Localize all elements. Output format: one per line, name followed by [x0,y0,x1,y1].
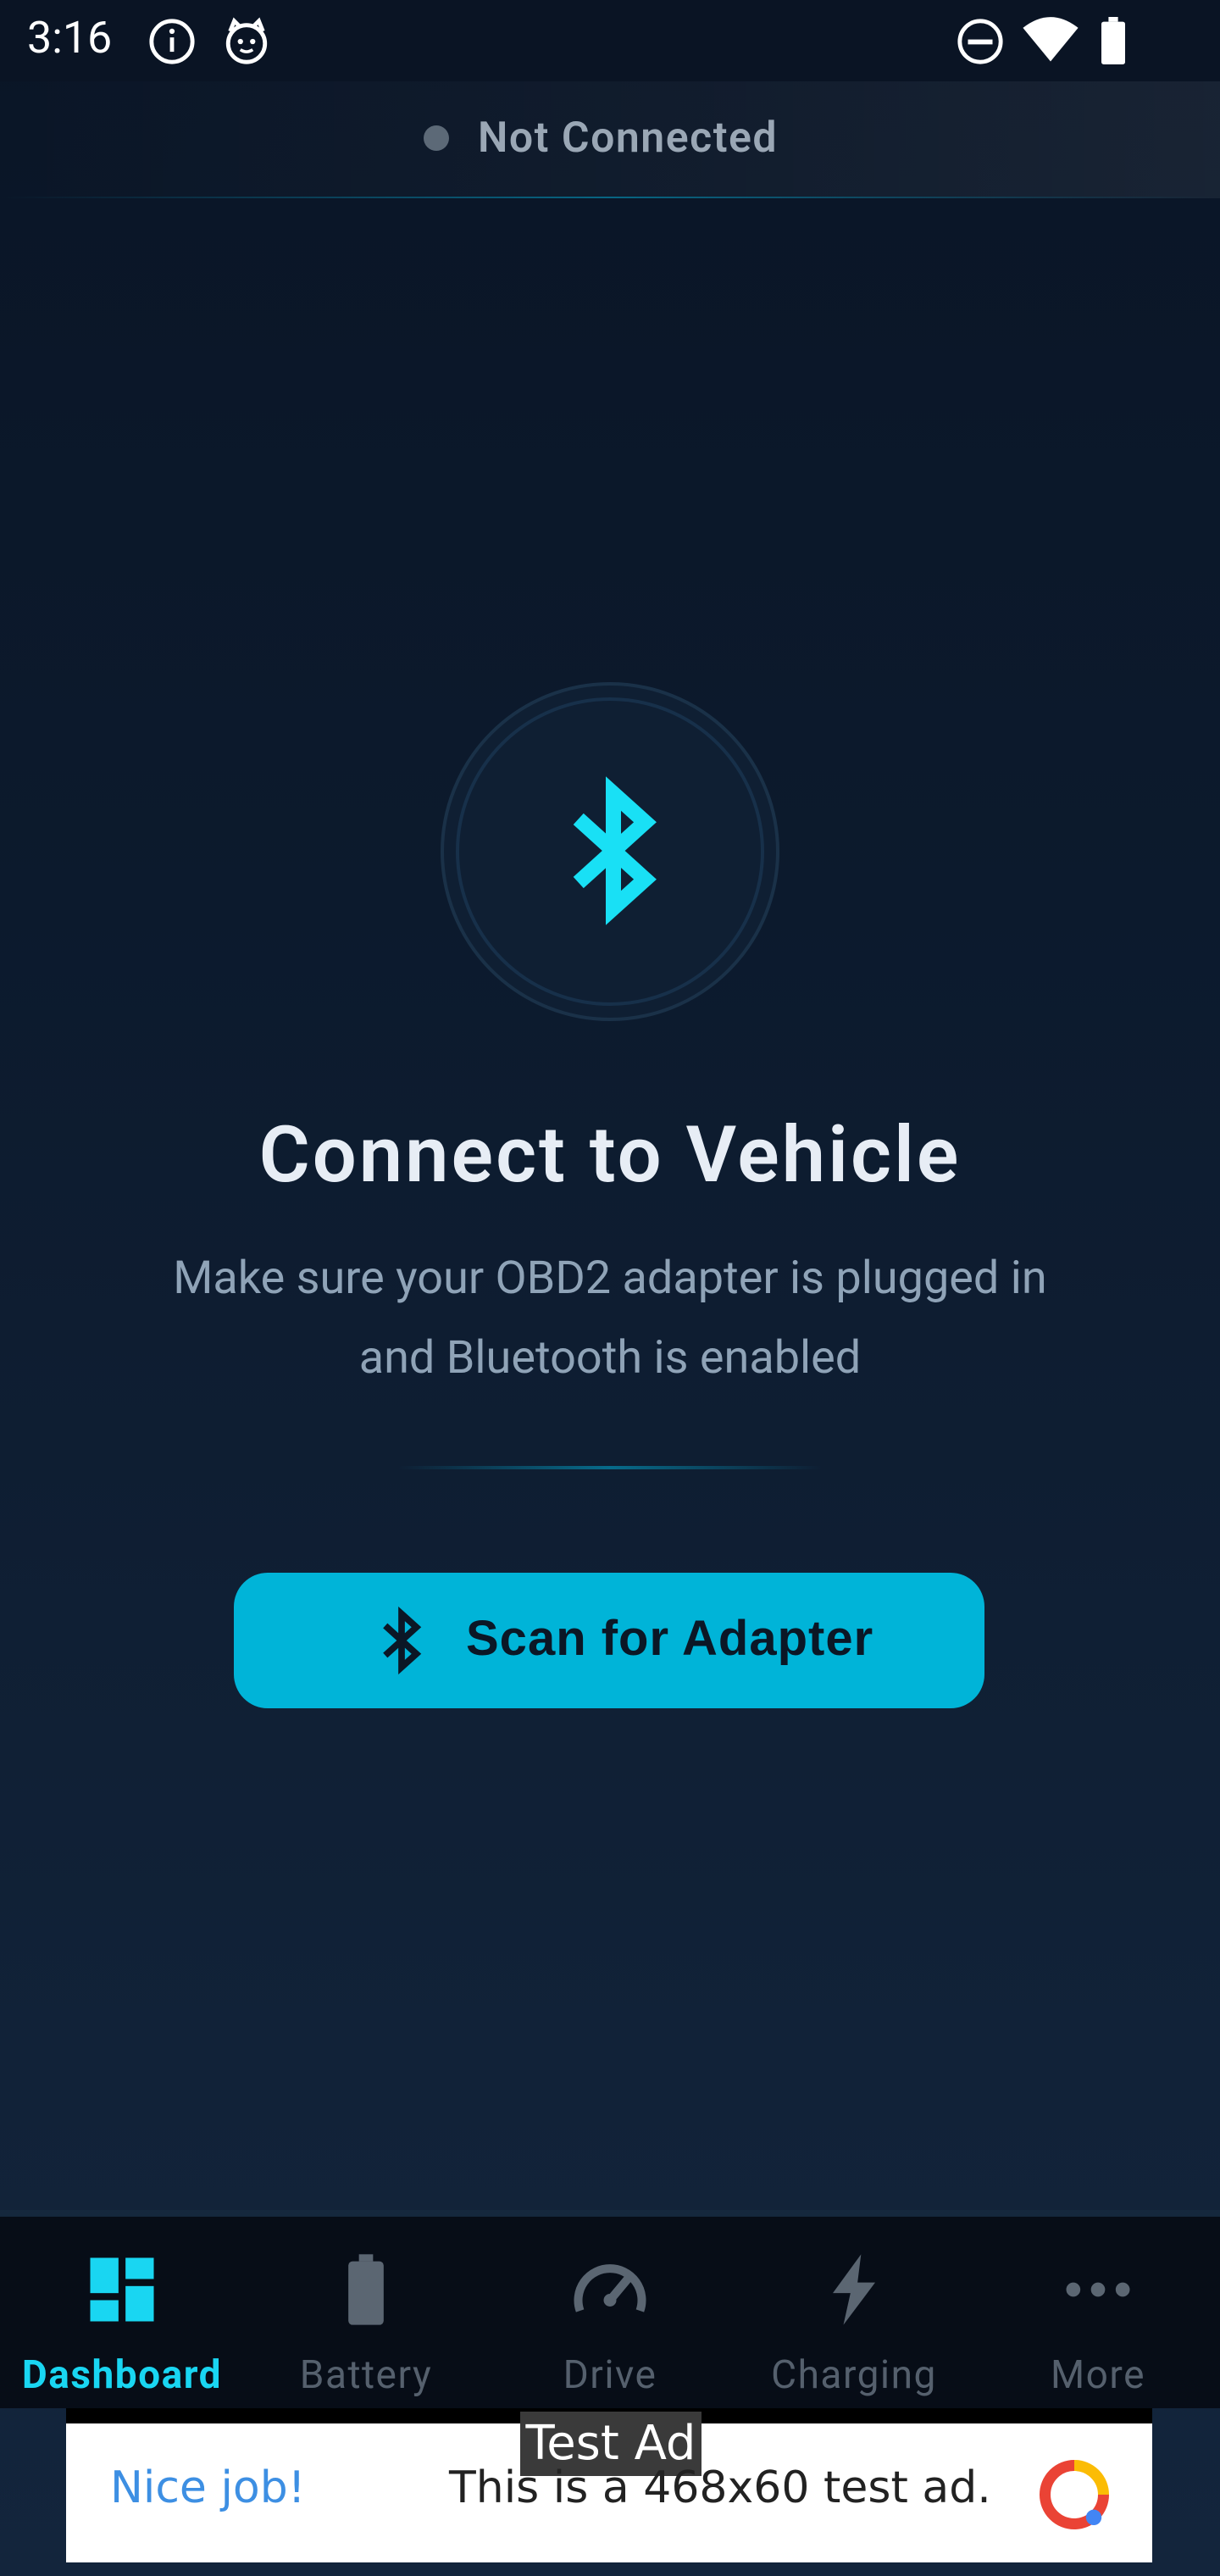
app-screen: 3:16 Not Connected Connect to Vehicle Ma… [0,0,1220,2576]
ad-logo-icon[interactable] [1035,2456,1113,2537]
connection-status-bar: Not Connected [0,81,1220,198]
battery-icon [1098,17,1128,68]
battery-icon [324,2247,408,2332]
info-icon [147,17,197,69]
bluetooth-icon [537,774,690,930]
instructions-line-1: Make sure your OBD2 adapter is plugged i… [173,1252,1047,1305]
nav-item-charging[interactable]: Charging [732,2217,976,2408]
status-time: 3:16 [27,12,113,64]
nav-label-charging: Charging [771,2352,937,2398]
status-bar: 3:16 [0,0,1220,81]
scan-button-label: Scan for Adapter [466,1611,874,1666]
dashboard-icon [80,2247,164,2332]
speedometer-icon [568,2247,652,2332]
cat-icon [222,17,271,69]
instructions-text: Make sure your OBD2 adapter is plugged i… [102,1239,1118,1398]
nav-item-dashboard[interactable]: Dashboard [0,2217,244,2408]
bottom-navigation: Dashboard Battery Drive Charging More [0,2217,1220,2408]
ad-headline[interactable]: Nice job! [110,2462,306,2513]
do-not-disturb-icon [956,17,1005,69]
nav-item-more[interactable]: More [976,2217,1220,2408]
header-divider [0,197,1220,198]
nav-label-dashboard: Dashboard [21,2352,223,2398]
wifi-icon [1022,15,1079,68]
page-title: Connect to Vehicle [258,1110,962,1201]
bottom-separator [0,2210,1220,2217]
nav-label-more: More [1051,2352,1145,2398]
connection-status-dot [424,125,449,151]
nav-item-drive[interactable]: Drive [488,2217,732,2408]
bluetooth-icon [366,1605,437,1679]
instructions-line-2: and Bluetooth is enabled [358,1331,862,1385]
lightning-icon [812,2247,896,2332]
ad-text[interactable]: This is a 468x60 test ad. [449,2462,991,2513]
section-divider [398,1466,822,1469]
nav-label-drive: Drive [563,2352,657,2398]
bluetooth-status-circle [441,682,779,1021]
more-dots-icon [1056,2247,1140,2332]
nav-item-battery[interactable]: Battery [244,2217,488,2408]
scan-for-adapter-button[interactable]: Scan for Adapter [234,1573,984,1708]
nav-label-battery: Battery [299,2352,433,2398]
connection-status-text: Not Connected [478,114,779,163]
